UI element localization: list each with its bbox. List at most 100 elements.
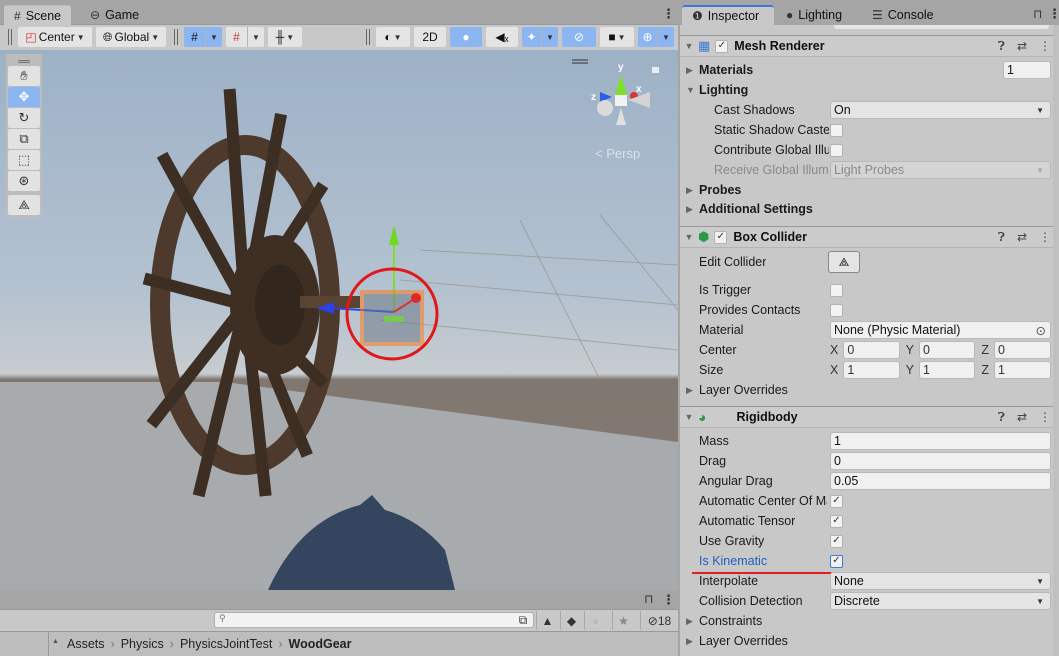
toolbar-grip[interactable] [8,29,12,45]
tab-game[interactable]: ⊖ Game [80,5,149,25]
lighting-toggle[interactable]: ● [450,27,482,47]
is-kinematic-checkbox[interactable]: ✓ [830,554,843,568]
pivot-rotation-dropdown[interactable]: 🌐︎ Global ▼ [96,27,166,47]
search-input[interactable]: ⚲ [214,612,534,628]
box-collider-header[interactable]: ▼ ⬢ ✓ Box Collider ❓︎ ⇄ ⋮ [680,226,1059,248]
tab-inspector[interactable]: ❶ Inspector [682,5,774,25]
center-y-input[interactable]: 0 [919,341,976,359]
tab-console[interactable]: ☰ Console [862,5,944,25]
move-tool[interactable]: ✥ [8,87,40,107]
favorites-button[interactable]: ★ [612,611,634,630]
chevron-down-icon[interactable]: ▼ [248,27,264,47]
cast-shadows-dropdown[interactable]: On ▼ [830,101,1051,119]
edit-collider-tool[interactable]: ⟁ [8,195,40,215]
use-gravity-checkbox[interactable]: ✓ [830,534,843,548]
material-object-field[interactable]: None (Physic Material) ⊙ [830,321,1051,339]
help-icon[interactable]: ❓︎ [998,230,1005,245]
object-picker-icon[interactable]: ⊙ [1036,323,1046,338]
more-options-icon[interactable]: ⋮ [662,6,675,22]
rect-tool[interactable]: ⬚ [8,150,40,170]
chevron-down-icon[interactable]: ▼ [658,27,674,47]
breadcrumb-item[interactable]: PhysicsJointTest [180,637,272,651]
hidden-packages-button[interactable]: ⊘ 18 [640,611,678,630]
gizmos-toggle[interactable]: ⊕ ▼ [638,27,674,47]
snap-magnet-icon[interactable]: # [226,27,248,47]
mass-input[interactable]: 1 [830,432,1051,450]
foldout-open-icon[interactable]: ▼ [680,232,698,242]
mesh-renderer-enabled-checkbox[interactable]: ✓ [715,39,729,53]
chevron-down-icon[interactable]: ▼ [206,27,222,47]
effects-icon[interactable]: ✦ [522,27,542,47]
lock-icon[interactable]: ⊓ [1033,7,1042,21]
chevron-down-icon[interactable]: ▼ [542,27,558,47]
transform-tool[interactable]: ⊛ [8,171,40,191]
hand-tool[interactable]: ✋︎ [8,66,40,86]
rigidbody-header[interactable]: ▼ ◕ Rigidbody ❓︎ ⇄ ⋮ [680,406,1059,428]
size-x-input[interactable]: 1 [843,361,900,379]
rotate-tool[interactable]: ↻ [8,108,40,128]
filter-by-label-button[interactable]: ◆ [560,611,582,630]
presets-icon[interactable]: ⇄ [1017,230,1027,244]
foldout-closed-icon[interactable]: ▶ [686,204,693,215]
2d-toggle[interactable]: 2D [414,27,446,47]
auto-tensor-checkbox[interactable]: ✓ [830,514,843,528]
size-z-input[interactable]: 1 [993,361,1052,379]
toolbar-grip[interactable] [174,29,178,45]
foldout-open-icon[interactable]: ▼ [680,412,698,422]
pivot-mode-dropdown[interactable]: ◰ Center ▼ [18,27,92,47]
breadcrumb-item[interactable]: Physics [121,637,164,651]
scene-viewport[interactable]: y z x ══ ✋︎ ✥ ↻ ⧉ ⬚ ⊛ ⟁ < Persp [0,50,678,590]
projection-label[interactable]: < Persp [595,146,640,161]
breadcrumb-current[interactable]: WoodGear [289,637,352,651]
more-options-icon[interactable]: ⋮ [1039,410,1051,424]
lock-icon[interactable]: ⊓ [644,592,653,606]
more-options-icon[interactable]: ⋮ [1039,39,1051,53]
effects-toggle[interactable]: ✦ ▼ [522,27,558,47]
tab-scene[interactable]: # Scene [4,5,72,25]
grid-visibility-icon[interactable]: # [184,27,206,47]
drag-input[interactable]: 0 [830,452,1051,470]
angular-drag-input[interactable]: 0.05 [830,472,1051,490]
grid-snapping-toggle[interactable]: # ▼ [184,27,222,47]
filter-by-type-button[interactable]: ▲ [536,611,558,630]
more-options-icon[interactable]: ⋮ [1039,230,1051,244]
mesh-renderer-header[interactable]: ▼ ▦ ✓ Mesh Renderer ❓︎ ⇄ ⋮ [680,35,1059,57]
search-options-button[interactable]: ⧉ [512,611,534,630]
camera-dropdown[interactable]: ■ ▼ [600,27,634,47]
foldout-closed-icon[interactable]: ▶ [686,385,693,396]
help-icon[interactable]: ❓︎ [998,410,1005,425]
foldout-closed-icon[interactable]: ▶ [686,185,693,196]
hidden-objects-toggle[interactable]: ⊘ [562,27,596,47]
materials-count-input[interactable]: 1 [1003,61,1051,79]
provides-contacts-checkbox[interactable] [830,303,843,317]
foldout-closed-icon[interactable]: ▶ [686,616,693,627]
collision-detection-dropdown[interactable]: Discrete ▼ [830,592,1051,610]
edit-collider-button[interactable]: ⟁ [828,251,860,273]
foldout-closed-icon[interactable]: ▶ [686,636,693,647]
filter-by-status-button[interactable]: ● [584,611,606,630]
snap-increment-toggle[interactable]: # ▼ [226,27,264,47]
interpolate-dropdown[interactable]: None ▼ [830,572,1051,590]
presets-icon[interactable]: ⇄ [1017,410,1027,424]
overlay-grip[interactable]: ══ [8,57,40,66]
center-z-input[interactable]: 0 [993,341,1052,359]
gizmo-globe-icon[interactable]: ⊕ [638,27,658,47]
orientation-gizmo[interactable]: y z x [572,59,659,125]
center-x-input[interactable]: 0 [843,341,900,359]
size-y-input[interactable]: 1 [919,361,976,379]
audio-toggle[interactable]: ◀ₓ [486,27,518,47]
auto-com-checkbox[interactable]: ✓ [830,494,843,508]
more-options-icon[interactable]: ⋮ [1048,6,1059,22]
more-options-icon[interactable]: ⋮ [662,592,675,608]
foldout-open-icon[interactable]: ▼ [686,85,695,95]
tab-lighting[interactable]: ● Lighting [776,5,852,25]
foldout-open-icon[interactable]: ▼ [680,41,698,51]
scale-tool[interactable]: ⧉ [8,129,40,149]
presets-icon[interactable]: ⇄ [1017,39,1027,53]
grid-ruler-dropdown[interactable]: ╫ ▼ [268,27,302,47]
static-shadow-checkbox[interactable] [830,123,843,137]
inspector-scrollbar[interactable] [1053,25,1059,656]
breadcrumb-item[interactable]: Assets [67,637,105,651]
box-collider-enabled-checkbox[interactable]: ✓ [714,230,728,244]
is-trigger-checkbox[interactable] [830,283,843,297]
